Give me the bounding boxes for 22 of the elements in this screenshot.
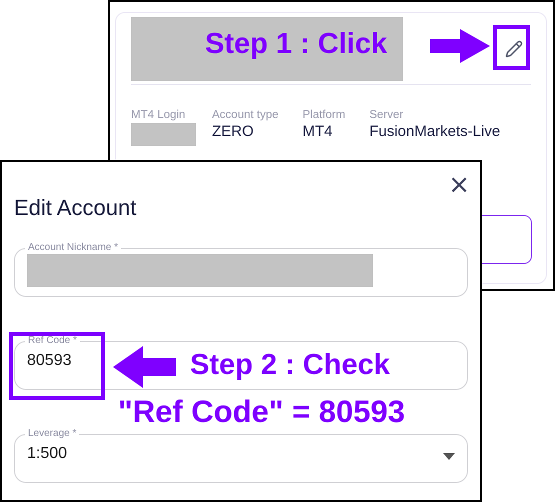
field-label: Leverage *	[27, 428, 78, 440]
caret-icon	[443, 453, 455, 460]
highlight-frame	[493, 25, 530, 70]
edit-icon[interactable]	[505, 40, 523, 58]
detail-label: Account type	[212, 109, 278, 121]
close-button[interactable]: ×	[444, 172, 474, 198]
detail-label: MT4 Login	[131, 109, 186, 121]
detail-label: Server	[369, 109, 404, 121]
detail-label: Platform	[302, 109, 346, 121]
step-two-annotation: Step 2 : Check	[190, 349, 390, 382]
right-arrow-icon	[430, 29, 490, 63]
step-one-annotation: Step 1 : Click	[205, 28, 388, 61]
dialog-title: Edit Account	[14, 195, 138, 221]
detail-value: MT4	[302, 123, 334, 140]
detail-value: FusionMarkets-Live	[369, 123, 500, 140]
detail-value: ZERO	[212, 123, 255, 140]
left-arrow-icon	[113, 346, 176, 388]
field-label: Ref Code *	[27, 335, 78, 347]
select-field[interactable]: Leverage * 1:500	[14, 428, 468, 483]
redacted-block	[131, 123, 196, 146]
field-label: Account Nickname *	[27, 242, 120, 254]
ref-code-annotation: "Ref Code" = 80593	[118, 394, 405, 430]
